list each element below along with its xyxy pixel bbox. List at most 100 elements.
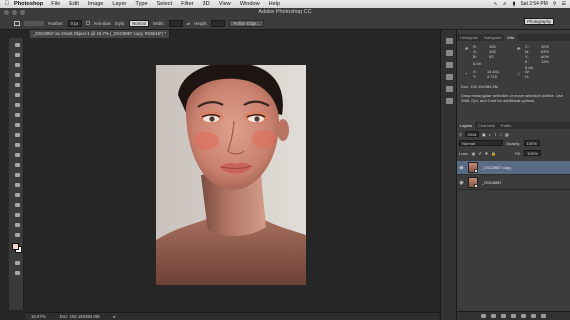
filter-type-icon[interactable]: T xyxy=(494,132,496,137)
brush-presets-icon[interactable] xyxy=(446,74,453,80)
tab-navigator[interactable]: Navigator xyxy=(481,34,504,41)
filter-shape-icon[interactable]: □ xyxy=(500,132,502,137)
filter-adjustment-icon[interactable]: ◐ xyxy=(489,132,491,137)
add-mask-icon[interactable] xyxy=(501,314,506,318)
menu-layer[interactable]: Layer xyxy=(112,1,126,7)
document-tab[interactable]: _DSC8957 as Smart Object-1 @ 16.7% (_DSC… xyxy=(30,30,170,38)
fill-input[interactable]: 100% xyxy=(524,150,541,156)
lock-pixels-icon[interactable]: ✐ xyxy=(478,151,481,156)
marquee-tool-icon[interactable] xyxy=(14,52,20,57)
eyedropper-icon: ✠ xyxy=(465,46,469,51)
history-brush-tool-icon[interactable] xyxy=(14,132,20,137)
menu-edit[interactable]: Edit xyxy=(69,1,79,7)
adjustments-icon[interactable] xyxy=(446,62,453,68)
selection-mode-icons[interactable] xyxy=(24,20,44,26)
move-tool-icon[interactable] xyxy=(14,42,20,47)
battery-icon[interactable]: ▮ xyxy=(513,1,516,7)
feather-input[interactable]: 0 px xyxy=(67,19,82,27)
shape-tool-icon[interactable] xyxy=(14,212,20,217)
gradient-tool-icon[interactable] xyxy=(14,152,20,157)
wifi-icon[interactable]: ∿ xyxy=(493,1,497,7)
status-menu-arrow-icon[interactable]: ▸ xyxy=(113,314,115,320)
link-layers-icon[interactable] xyxy=(481,314,486,318)
height-input[interactable] xyxy=(211,19,226,27)
apple-icon[interactable]:  xyxy=(0,1,14,7)
layer-style-icon[interactable] xyxy=(491,314,496,318)
doc-size[interactable]: Doc: 192.1M/384.0M xyxy=(60,314,100,319)
marquee-tool-icon[interactable] xyxy=(14,20,20,26)
menu-app-name[interactable]: Photoshop xyxy=(14,1,43,7)
clone-stamp-tool-icon[interactable] xyxy=(14,122,20,127)
tab-info[interactable]: Info xyxy=(504,34,518,41)
workspace-select[interactable]: Photography xyxy=(524,18,554,25)
hand-tool-icon[interactable] xyxy=(14,222,20,227)
crop-tool-icon[interactable] xyxy=(14,82,20,87)
list-icon[interactable]: ☰ xyxy=(562,1,566,7)
document-image[interactable] xyxy=(156,65,306,285)
lock-all-icon[interactable]: 🔒 xyxy=(491,151,496,156)
zoom-tool-icon[interactable] xyxy=(14,232,20,237)
tab-layers[interactable]: Layers xyxy=(457,122,476,129)
search-icon[interactable]: ⚲ xyxy=(553,1,557,7)
layer-name[interactable]: _DSC8957 xyxy=(482,180,502,185)
quick-select-tool-icon[interactable] xyxy=(14,72,20,77)
lasso-tool-icon[interactable] xyxy=(14,62,20,67)
refine-edge-button[interactable]: Refine Edge... xyxy=(229,19,264,27)
layer-row-copy[interactable]: ◉ _DSC8957 copy xyxy=(457,161,570,175)
canvas-area[interactable] xyxy=(25,38,439,312)
blend-mode-select[interactable]: Normal xyxy=(459,140,503,146)
opacity-input[interactable]: 100% xyxy=(523,140,540,146)
tool-options: Feather: 0 px Anti-alias Style: Normal W… xyxy=(0,17,570,29)
delete-layer-icon[interactable] xyxy=(541,314,546,318)
eyedropper-tool-icon[interactable] xyxy=(14,92,20,97)
filter-pixel-icon[interactable]: ▣ xyxy=(482,132,486,137)
menu-view[interactable]: View xyxy=(219,1,231,7)
menu-help[interactable]: Help xyxy=(269,1,281,7)
new-layer-icon[interactable] xyxy=(531,314,536,318)
lock-position-icon[interactable]: ✥ xyxy=(485,151,488,156)
visibility-eye-icon[interactable]: ◉ xyxy=(457,165,466,171)
new-group-icon[interactable] xyxy=(521,314,526,318)
swap-icon[interactable]: ⇄ xyxy=(187,21,191,26)
lock-transparency-icon[interactable]: ▦ xyxy=(472,151,476,156)
tab-channels[interactable]: Channels xyxy=(475,122,498,129)
style-select[interactable]: Normal xyxy=(129,19,149,27)
screen-mode-icon[interactable] xyxy=(14,270,20,275)
filter-smart-object-icon[interactable]: ▦ xyxy=(505,132,509,137)
info-bit-left: 8-bit xyxy=(473,61,481,66)
layer-filter-kind-select[interactable]: Kind xyxy=(464,131,479,137)
menu-select[interactable]: Select xyxy=(157,1,173,7)
menu-image[interactable]: Image xyxy=(88,1,104,7)
brush-tool-icon[interactable] xyxy=(14,112,20,117)
layer-row-original[interactable]: ◉ _DSC8957 xyxy=(457,176,570,190)
blur-tool-icon[interactable] xyxy=(14,162,20,167)
eraser-tool-icon[interactable] xyxy=(14,142,20,147)
menu-filter[interactable]: Filter xyxy=(181,1,193,7)
history-icon[interactable] xyxy=(446,38,453,44)
type-tool-icon[interactable] xyxy=(14,192,20,197)
pen-tool-icon[interactable] xyxy=(14,182,20,187)
visibility-eye-icon[interactable]: ◉ xyxy=(457,180,466,186)
foreground-color-swatch[interactable] xyxy=(12,243,19,250)
tab-paths[interactable]: Paths xyxy=(498,122,514,129)
paragraph-icon[interactable] xyxy=(446,98,453,104)
menu-clock[interactable]: Sat 2:54 PM xyxy=(520,1,548,7)
tab-histogram[interactable]: Histogram xyxy=(457,34,481,41)
quick-mask-icon[interactable] xyxy=(14,260,20,265)
healing-brush-tool-icon[interactable] xyxy=(14,102,20,107)
menu-file[interactable]: File xyxy=(51,1,60,7)
menu-window[interactable]: Window xyxy=(240,1,260,7)
menu-type[interactable]: Type xyxy=(135,1,147,7)
layer-name[interactable]: _DSC8957 copy xyxy=(482,165,511,170)
zoom-level[interactable]: 16.67% xyxy=(31,314,46,319)
properties-icon[interactable] xyxy=(446,50,453,56)
width-input[interactable] xyxy=(168,19,183,27)
adjustment-layer-icon[interactable] xyxy=(511,314,516,318)
path-select-tool-icon[interactable] xyxy=(14,202,20,207)
character-icon[interactable] xyxy=(446,86,453,92)
menu-3d[interactable]: 3D xyxy=(203,1,210,7)
layers-footer xyxy=(457,311,570,320)
anti-alias-checkbox[interactable] xyxy=(85,21,90,25)
dodge-tool-icon[interactable] xyxy=(14,172,20,177)
volume-icon[interactable]: ♬ xyxy=(503,1,508,7)
